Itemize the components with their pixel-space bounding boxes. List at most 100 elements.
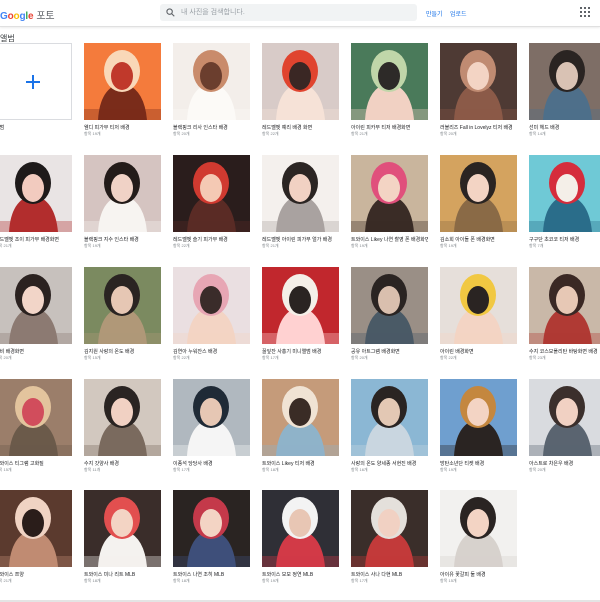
album-tile[interactable]: 김지원 사랑의 온도 배경 항목 15개 <box>84 267 161 379</box>
album-title: 트와이스 사나 다현 MLB <box>351 572 403 578</box>
album-tile[interactable]: 김소희 아이돌 폰 배경화면 항목 19개 <box>440 155 517 267</box>
album-thumbnail[interactable] <box>529 267 600 344</box>
album-tile[interactable]: 레드벨벳 슬기 피가부 배경 항목 22개 <box>173 155 250 267</box>
album-thumbnail[interactable] <box>529 155 600 232</box>
album-tile[interactable]: 사랑의 온도 양세종 서현진 배경 항목 16개 <box>351 379 428 491</box>
album-title: 이종석 당당사 배경 <box>173 461 213 467</box>
album-title: 김연아 누워잔스 배경 <box>173 349 218 355</box>
album-thumbnail[interactable] <box>173 490 250 567</box>
top-bar: Google 포토 내 사진을 검색합니다. 만들기 업로드 <box>0 0 600 27</box>
album-title: 트와이스 쯔양 <box>0 572 24 578</box>
album-thumbnail[interactable] <box>84 155 161 232</box>
album-thumbnail[interactable] <box>262 267 339 344</box>
album-title: 트와이스 Likey 티저 배경 <box>262 461 315 467</box>
album-title: 구구단 초코코 티저 배경 <box>529 237 580 243</box>
album-tile[interactable]: 레드벨벳 조이 피가부 배경화면항목 21개 <box>0 155 72 267</box>
album-thumbnail[interactable] <box>173 43 250 120</box>
album-thumbnail[interactable] <box>0 490 72 567</box>
album-thumbnail[interactable] <box>84 379 161 456</box>
album-cover-image <box>84 155 161 232</box>
album-tile[interactable]: 트와이스 Likey 티저 배경 항목 18개 <box>262 379 339 491</box>
album-item-count: 항목 15개 <box>440 578 457 583</box>
album-tile[interactable]: 트와이스 나연 조히 MLB 항목 18개 <box>173 490 250 602</box>
album-tile[interactable]: 트와이스 모모 정연 MLB 항목 19개 <box>262 490 339 602</box>
new-album-tile[interactable]: 앨범 <box>0 43 72 155</box>
album-tile[interactable]: 트와이스 티그램 고화질항목 15개 <box>0 379 72 491</box>
album-thumbnail[interactable] <box>262 490 339 567</box>
album-cover-image <box>173 155 250 232</box>
album-tile[interactable]: 레드벨벳 아이린 피가부 얼가 배경 항목 21개 <box>262 155 339 267</box>
product-name: 포토 <box>36 11 55 22</box>
album-tile[interactable]: 아이유 꽃갈피 둘 배경 항목 15개 <box>440 490 517 602</box>
album-thumbnail[interactable] <box>173 267 250 344</box>
album-item-count: 항목 17개 <box>262 355 279 360</box>
album-item-count: 항목 15개 <box>0 467 12 472</box>
album-thumbnail[interactable] <box>262 155 339 232</box>
album-thumbnail[interactable] <box>529 43 600 120</box>
album-thumbnail[interactable] <box>0 379 72 456</box>
search-icon <box>166 8 175 17</box>
upload-button[interactable]: 업로드 <box>450 9 467 18</box>
album-thumbnail[interactable] <box>262 43 339 120</box>
album-thumbnail[interactable] <box>84 490 161 567</box>
album-thumbnail[interactable] <box>440 155 517 232</box>
search-input[interactable]: 내 사진을 검색합니다. <box>160 4 417 21</box>
album-thumbnail[interactable] <box>0 155 72 232</box>
album-tile[interactable]: 구구단 초코코 티저 배경 항목 7개 <box>529 155 600 267</box>
album-tile[interactable]: 선미 헤드 배경 항목 14개 <box>529 43 600 155</box>
album-cover-image <box>173 267 250 344</box>
album-tile[interactable]: 김연아 누워잔스 배경 항목 22개 <box>173 267 250 379</box>
album-thumbnail[interactable] <box>262 379 339 456</box>
album-title: 레드벨벳 슬기 피가부 배경 <box>173 237 228 243</box>
album-thumbnail[interactable] <box>173 155 250 232</box>
album-thumbnail[interactable] <box>173 379 250 456</box>
album-tile[interactable]: 트와이스 사나 다현 MLB 항목 17개 <box>351 490 428 602</box>
apps-grid-icon[interactable] <box>580 7 590 17</box>
album-cover-image <box>529 267 600 344</box>
album-tile[interactable]: 트와이스 미나 리트 MLB 항목 18개 <box>84 490 161 602</box>
album-title: 아이유 꽃갈피 둘 배경 <box>440 572 486 578</box>
album-tile[interactable]: 다비 배경화면항목 20개 <box>0 267 72 379</box>
album-tile[interactable]: 이종석 당당사 배경 항목 17개 <box>173 379 250 491</box>
album-item-count: 항목 21개 <box>0 578 12 583</box>
album-tile[interactable]: 공유 아트그램 배경화면 항목 20개 <box>351 267 428 379</box>
album-thumbnail[interactable] <box>351 43 428 120</box>
album-tile[interactable]: 아이린 배경화면 항목 22개 <box>440 267 517 379</box>
album-cover-image <box>262 155 339 232</box>
album-thumbnail[interactable] <box>440 379 517 456</box>
album-thumbnail[interactable] <box>351 267 428 344</box>
album-thumbnail[interactable] <box>440 267 517 344</box>
album-cover-image <box>351 43 428 120</box>
album-cover-image <box>351 379 428 456</box>
album-thumbnail[interactable] <box>351 155 428 232</box>
create-button[interactable]: 만들기 <box>426 9 443 18</box>
album-thumbnail[interactable] <box>0 267 72 344</box>
album-cover-image <box>529 43 600 120</box>
album-tile[interactable]: 러블리즈 Fall in Lovelyz 티저 배경 항목 20개 <box>440 43 517 155</box>
album-item-count: 항목 20개 <box>529 467 546 472</box>
album-tile[interactable]: 블랙핑크 리사 인스타 배경 항목 20개 <box>173 43 250 155</box>
album-tile[interactable]: 웬디 피가부 티저 배경 항목 19개 <box>84 43 161 155</box>
album-thumbnail[interactable] <box>440 490 517 567</box>
album-tile[interactable]: 레드벨벳 예리 배경 화면 항목 22개 <box>262 43 339 155</box>
album-tile[interactable]: 수지 코스모폴리탄 바탕화면 배경 항목 23개 <box>529 267 600 379</box>
google-photos-logo[interactable]: Google 포토 <box>0 7 55 22</box>
album-thumbnail[interactable] <box>84 267 161 344</box>
album-thumbnail[interactable] <box>440 43 517 120</box>
album-tile[interactable]: 방탄소년단 티켓 배경 항목 19개 <box>440 379 517 491</box>
album-item-count: 항목 19개 <box>84 243 101 248</box>
album-cover-image <box>262 267 339 344</box>
album-cover-image <box>84 379 161 456</box>
album-tile[interactable]: 아스트로 차은우 배경 항목 20개 <box>529 379 600 491</box>
new-album-thumb[interactable] <box>0 43 72 120</box>
album-thumbnail[interactable] <box>529 379 600 456</box>
album-thumbnail[interactable] <box>351 379 428 456</box>
album-tile[interactable]: 꿀잎잔 사홍기 미니앨범 배경 항목 17개 <box>262 267 339 379</box>
album-tile[interactable]: 트와이스 쯔양항목 21개 <box>0 490 72 602</box>
album-tile[interactable]: 아이린 피카부 티저 배경화면 항목 21개 <box>351 43 428 155</box>
album-tile[interactable]: 트와이스 Likey 나연 촬영 폰 배경화면 항목 19개 <box>351 155 428 267</box>
album-thumbnail[interactable] <box>84 43 161 120</box>
album-tile[interactable]: 블랙핑크 지수 인스타 배경 항목 19개 <box>84 155 161 267</box>
album-tile[interactable]: 수지 갓양사 배경 항목 11개 <box>84 379 161 491</box>
album-thumbnail[interactable] <box>351 490 428 567</box>
